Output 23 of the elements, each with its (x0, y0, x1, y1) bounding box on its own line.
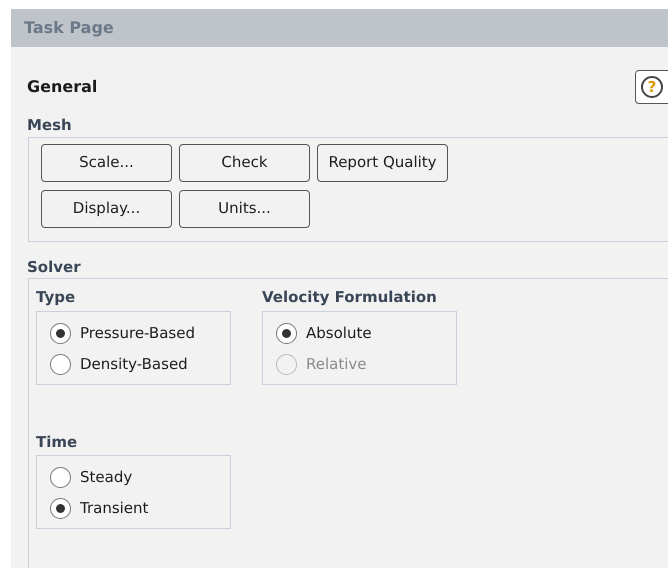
radio-button[interactable] (50, 467, 71, 488)
mesh-button[interactable]: Report Quality (317, 144, 448, 182)
section-label: Mesh (27, 115, 73, 136)
mesh-button[interactable]: Units... (179, 190, 310, 228)
mesh-button[interactable]: Scale... (41, 144, 172, 182)
radio-label[interactable]: Density-Based (80, 352, 188, 376)
radio-button[interactable] (50, 322, 71, 344)
header-title: Task Page (24, 17, 114, 39)
page-title: General (27, 76, 98, 98)
radio-label[interactable]: Pressure-Based (80, 322, 195, 344)
mesh-button[interactable]: Display... (41, 190, 172, 228)
radio-button[interactable] (276, 322, 297, 344)
help-icon: ? (641, 76, 663, 98)
radio-button[interactable] (50, 354, 71, 374)
section-label: Solver (27, 256, 82, 278)
radio-label[interactable]: Absolute (306, 322, 372, 344)
group-label: Velocity Formulation (262, 287, 438, 308)
radio-label[interactable]: Steady (80, 466, 132, 489)
radio-button[interactable] (50, 498, 71, 519)
radio-label[interactable]: Transient (80, 497, 148, 520)
mesh-button[interactable]: Check (179, 144, 310, 182)
group-label: Time (36, 432, 78, 452)
group-label: Type (36, 287, 76, 308)
